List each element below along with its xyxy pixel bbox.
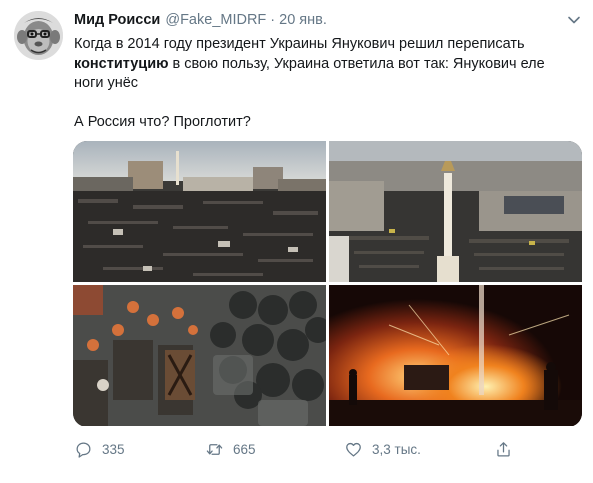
user-handle[interactable]: @Fake_MIDRF <box>165 12 266 28</box>
photo-fires-night[interactable] <box>329 285 582 426</box>
reply-button[interactable]: 335 <box>74 438 125 460</box>
crowd-square-image <box>73 141 326 282</box>
like-count: 3,3 тыс. <box>372 441 421 457</box>
reply-count: 335 <box>102 441 125 457</box>
tweet-paragraph-1: Когда в 2014 году президент Украины Янук… <box>74 35 574 94</box>
tweet-text-part1: Когда в 2014 году президент Украины Янук… <box>74 36 525 52</box>
speech-bubble-icon <box>76 442 91 458</box>
chevron-down-icon <box>568 16 580 24</box>
share-icon <box>497 441 510 456</box>
heart-icon <box>346 442 361 456</box>
avatar[interactable] <box>14 11 63 60</box>
avatar-image <box>14 11 63 60</box>
retweet-button[interactable]: 665 <box>205 438 256 460</box>
tweet[interactable]: Мид Роисси @Fake_MIDRF · 20 янв. Когда в… <box>0 0 593 483</box>
photo-independence-monument[interactable] <box>329 141 582 282</box>
display-name[interactable]: Мид Роисси <box>74 12 160 28</box>
retweet-arrows-icon <box>206 443 223 455</box>
timestamp[interactable]: 20 янв. <box>279 12 327 28</box>
retweet-count: 665 <box>233 441 256 457</box>
fires-night-image <box>329 285 582 426</box>
tweet-text: Когда в 2014 году президент Украины Янук… <box>74 35 574 132</box>
monument-crowd-image <box>329 141 582 282</box>
tweet-paragraph-2: А Россия что? Проглотит? <box>74 113 251 130</box>
media-grid <box>73 141 582 427</box>
more-options-button[interactable] <box>566 12 582 28</box>
photo-crowd-square[interactable] <box>73 141 326 282</box>
like-button[interactable]: 3,3 тыс. <box>344 438 421 460</box>
riot-police-image <box>73 285 326 426</box>
tweet-actions: 335 665 3,3 тыс. <box>74 438 544 460</box>
tweet-header: Мид Роисси @Fake_MIDRF · 20 янв. <box>74 12 327 32</box>
photo-riot-police-clash[interactable] <box>73 285 326 426</box>
separator-dot: · <box>270 12 276 28</box>
share-button[interactable] <box>494 438 522 460</box>
tweet-text-bold: конституцию <box>74 55 169 72</box>
